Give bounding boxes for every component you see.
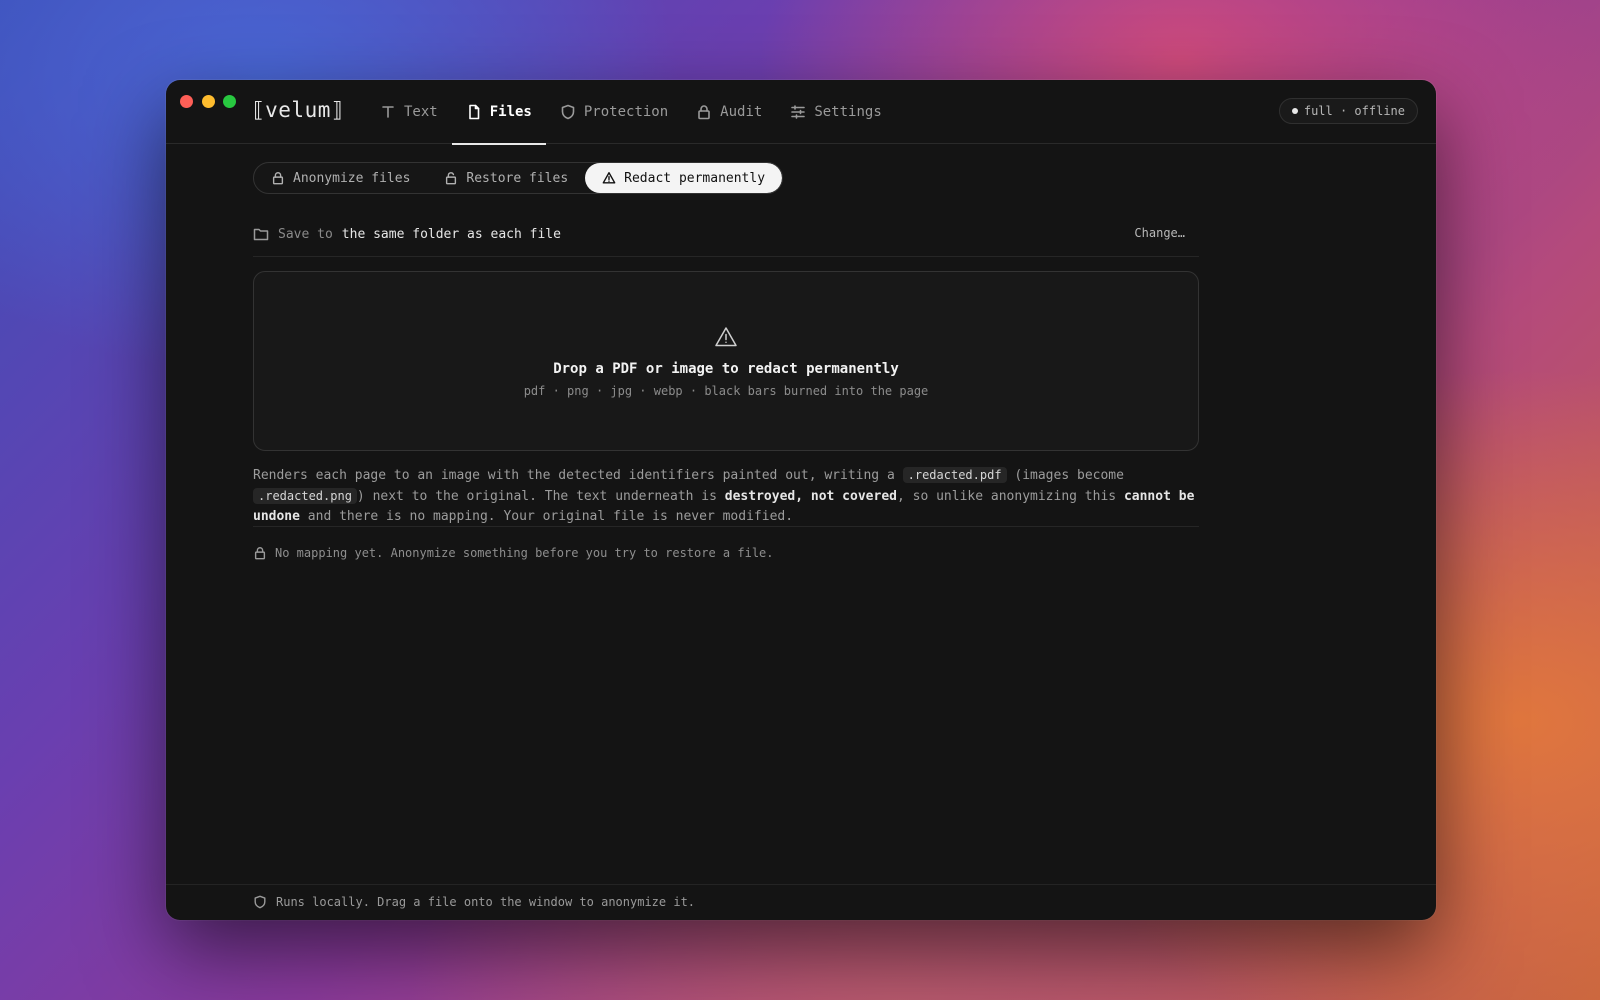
- zoom-window-button[interactable]: [223, 95, 236, 108]
- sliders-icon: [791, 105, 806, 119]
- mapping-status: No mapping yet. Anonymize something befo…: [253, 546, 774, 560]
- tab-audit-label: Audit: [720, 104, 763, 120]
- warning-icon: [602, 172, 616, 184]
- tab-files[interactable]: Files: [451, 80, 547, 145]
- status-dot-icon: [1291, 108, 1298, 114]
- redaction-description: Renders each page to an image with the d…: [253, 465, 1199, 527]
- change-location-button[interactable]: Change…: [1134, 226, 1185, 240]
- app-window: ⟦velum⟧ Text Files Protection Audit Sett…: [166, 80, 1436, 920]
- tab-text[interactable]: Text: [366, 80, 452, 144]
- footer-text: Runs locally. Drag a file onto the windo…: [276, 895, 696, 909]
- desc-text-5: and there is no mapping. Your original f…: [299, 509, 794, 524]
- divider: [253, 526, 1199, 527]
- status-text: full · offline: [1303, 104, 1405, 118]
- desc-text-2: (images become: [1006, 468, 1124, 483]
- tab-settings[interactable]: Settings: [776, 80, 895, 144]
- file-icon: [468, 104, 480, 120]
- redact-permanently-button[interactable]: Redact permanently: [585, 163, 783, 193]
- tab-files-label: Files: [489, 104, 532, 120]
- minimize-window-button[interactable]: [202, 95, 215, 108]
- footer-note: Runs locally. Drag a file onto the windo…: [253, 895, 695, 909]
- tab-protection[interactable]: Protection: [546, 80, 682, 144]
- close-window-button[interactable]: [180, 95, 193, 108]
- dropzone-subtitle: pdf · png · jpg · webp · black bars burn…: [523, 383, 929, 398]
- status-badge[interactable]: full · offline: [1278, 98, 1418, 124]
- tab-audit[interactable]: Audit: [682, 80, 776, 144]
- desc-bold-destroyed: destroyed, not covered: [724, 489, 897, 504]
- tab-settings-label: Settings: [814, 104, 882, 120]
- unlock-icon: [446, 172, 457, 185]
- dropzone-title: Drop a PDF or image to redact permanentl…: [553, 360, 899, 377]
- main-nav: Text Files Protection Audit Settings: [366, 80, 896, 145]
- shield-icon: [254, 895, 266, 909]
- redact-permanently-label: Redact permanently: [624, 170, 766, 186]
- lock-icon: [698, 105, 710, 120]
- save-prefix: Save to: [278, 226, 333, 242]
- title-bar: ⟦velum⟧ Text Files Protection Audit Sett…: [166, 80, 1436, 145]
- lock-icon: [272, 172, 284, 185]
- desc-text-3: ) next to the original. The text underne…: [356, 489, 725, 504]
- app-logo: ⟦velum⟧: [252, 98, 345, 122]
- anonymize-files-label: Anonymize files: [293, 170, 411, 186]
- desc-code-pdf: .redacted.pdf: [902, 467, 1007, 483]
- save-target: the same folder as each file: [341, 226, 561, 242]
- anonymize-files-button[interactable]: Anonymize files: [254, 163, 427, 193]
- shield-icon: [561, 104, 575, 120]
- desc-text-4: , so unlike anonymizing this: [896, 489, 1124, 504]
- tab-protection-label: Protection: [583, 104, 669, 120]
- restore-files-button[interactable]: Restore files: [427, 163, 585, 193]
- divider: [253, 256, 1199, 257]
- restore-files-label: Restore files: [466, 170, 569, 186]
- desc-text-1: Renders each page to an image with the d…: [253, 468, 903, 483]
- mode-switcher: Anonymize files Restore files Redact per…: [253, 162, 784, 194]
- file-dropzone[interactable]: Drop a PDF or image to redact permanentl…: [253, 271, 1199, 451]
- save-location-row: Save to the same folder as each file Cha…: [253, 222, 1199, 246]
- footer: Runs locally. Drag a file onto the windo…: [166, 884, 1436, 920]
- text-icon: [382, 106, 394, 118]
- desc-code-png: .redacted.png: [253, 488, 357, 504]
- folder-icon: [253, 228, 269, 241]
- lock-icon: [254, 547, 266, 560]
- tab-text-label: Text: [404, 104, 438, 120]
- warning-icon: [715, 326, 737, 346]
- mapping-status-text: No mapping yet. Anonymize something befo…: [275, 546, 774, 560]
